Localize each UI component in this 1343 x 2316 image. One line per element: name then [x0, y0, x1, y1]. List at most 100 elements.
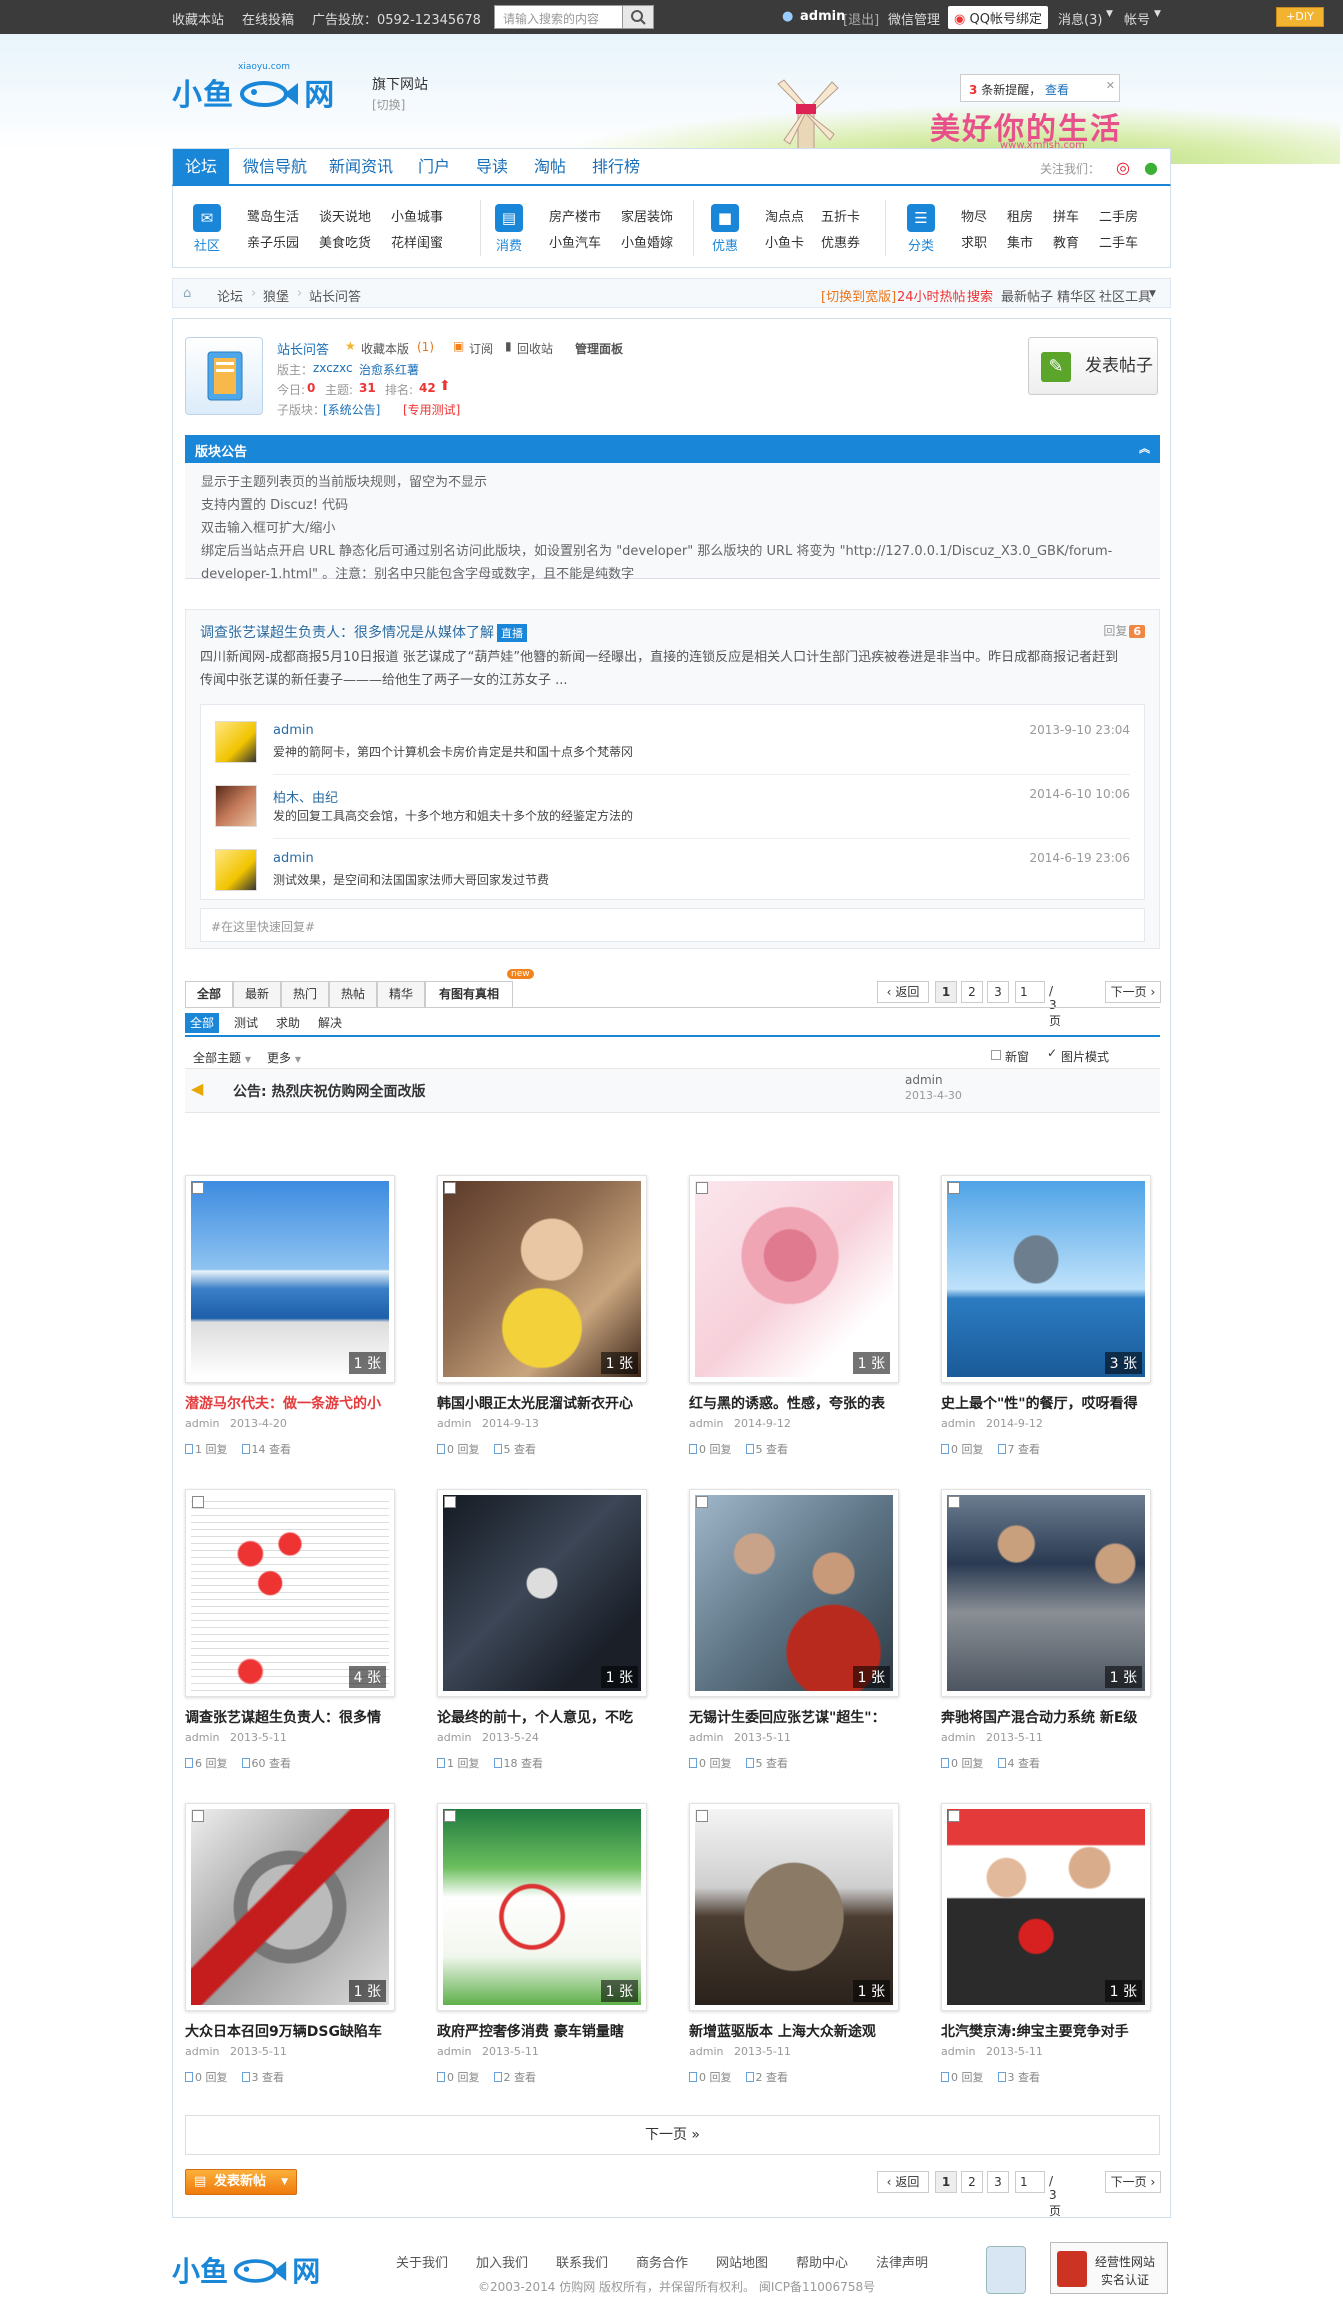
- thread-thumbnail[interactable]: 4 张: [185, 1489, 395, 1697]
- all-topics-filter[interactable]: 全部主题 ▼: [193, 1049, 251, 1066]
- qq-bind-button[interactable]: ◉ QQ帐号绑定: [948, 6, 1048, 29]
- nav-item-collection[interactable]: 淘帖: [525, 149, 575, 185]
- thread-thumbnail[interactable]: 1 张: [185, 1175, 395, 1383]
- favorite-forum-link[interactable]: 收藏本版: [361, 340, 409, 357]
- forum-name[interactable]: 站长问答: [277, 339, 329, 358]
- type-tab-all[interactable]: 全部: [185, 1013, 219, 1033]
- wechat-manage-link[interactable]: 微信管理: [888, 9, 940, 28]
- subnav-link[interactable]: 租房: [1007, 206, 1033, 225]
- nav-item-news[interactable]: 新闻资讯: [321, 149, 401, 185]
- subforum-link[interactable]: [系统公告]: [323, 401, 380, 418]
- tab-hot-threads[interactable]: 热帖: [329, 981, 377, 1007]
- wechat-icon[interactable]: ●: [1144, 158, 1158, 177]
- subnav-link[interactable]: 求职: [961, 232, 987, 251]
- subnav-link[interactable]: 谈天说地: [319, 206, 371, 225]
- messages-link[interactable]: 消息(3): [1058, 9, 1102, 28]
- thread-thumbnail[interactable]: 1 张: [689, 1489, 899, 1697]
- thread-title[interactable]: 韩国小眼正太光屁溜试新衣开心: [437, 1393, 647, 1413]
- thread-title[interactable]: 新增蓝驱版本 上海大众新途观: [689, 2021, 899, 2041]
- tab-hot[interactable]: 热门: [281, 981, 329, 1007]
- tab-digest[interactable]: 精华: [377, 981, 425, 1007]
- footer-link[interactable]: 商务合作: [636, 2252, 688, 2271]
- sticky-announcement[interactable]: ◀ 公告: 热烈庆祝仿购网全面改版 admin 2013-4-30: [185, 1069, 1160, 1113]
- subnav-link[interactable]: 房产楼市: [549, 206, 601, 225]
- avatar[interactable]: [215, 785, 257, 827]
- footer-link[interactable]: 加入我们: [476, 2252, 528, 2271]
- thread-thumbnail[interactable]: 1 张: [689, 1175, 899, 1383]
- diy-button[interactable]: +DIY: [1276, 7, 1324, 27]
- thread-title[interactable]: 潜游马尔代夫：做一条游弋的小: [185, 1393, 395, 1413]
- new-thread-button[interactable]: ▤ 发表新帖 ▼: [185, 2169, 297, 2195]
- select-checkbox[interactable]: [444, 1182, 456, 1194]
- subnav-link[interactable]: 小鱼婚嫁: [621, 232, 673, 251]
- thread-title[interactable]: 史上最个"性"的餐厅，哎呀看得: [941, 1393, 1151, 1413]
- page-button[interactable]: 3: [987, 981, 1009, 1003]
- consume-category[interactable]: ▤ 消费: [487, 204, 531, 254]
- thread-thumbnail[interactable]: 1 张: [437, 1803, 647, 2011]
- thread-thumbnail[interactable]: 3 张: [941, 1175, 1151, 1383]
- page-button[interactable]: 2: [961, 2171, 983, 2193]
- site-logo[interactable]: 小鱼 网 xiaoyu.com: [172, 62, 372, 116]
- subnav-link[interactable]: 二手房: [1099, 206, 1138, 225]
- subnav-link[interactable]: 二手车: [1099, 232, 1138, 251]
- footer-logo[interactable]: 小鱼 网: [172, 2250, 320, 2290]
- subnav-link[interactable]: 美食吃货: [319, 232, 371, 251]
- subnav-link[interactable]: 鹭岛生活: [247, 206, 299, 225]
- thread-thumbnail[interactable]: 1 张: [437, 1489, 647, 1697]
- thread-title[interactable]: 政府严控奢侈消费 豪车销量瞎: [437, 2021, 647, 2041]
- nav-item-ranking[interactable]: 排行榜: [583, 149, 649, 185]
- subnav-link[interactable]: 家居装饰: [621, 206, 673, 225]
- community-tools-menu[interactable]: 社区工具: [1099, 286, 1151, 305]
- subnav-link[interactable]: 花样闺蜜: [391, 232, 443, 251]
- notice-view-link[interactable]: 查看: [1045, 83, 1069, 97]
- breadcrumb-item[interactable]: 论坛: [217, 286, 243, 305]
- tab-all[interactable]: 全部: [185, 981, 233, 1007]
- next-page-button[interactable]: 下一页 ›: [1105, 981, 1161, 1003]
- subnav-link[interactable]: 物尽: [961, 206, 987, 225]
- page-jump-input[interactable]: 1: [1015, 2171, 1045, 2193]
- footer-link[interactable]: 网站地图: [716, 2252, 768, 2271]
- check-icon[interactable]: ✓: [1047, 1046, 1057, 1060]
- new-post-button[interactable]: ✎ 发表帖子: [1028, 337, 1158, 395]
- tab-with-pictures[interactable]: 有图有真相: [425, 981, 513, 1007]
- home-icon[interactable]: ⌂: [183, 286, 191, 301]
- footer-link[interactable]: 联系我们: [556, 2252, 608, 2271]
- subnav-link[interactable]: 教育: [1053, 232, 1079, 251]
- select-checkbox[interactable]: [192, 1496, 204, 1508]
- thread-title[interactable]: 北汽樊京涛:绅宝主要竞争对手: [941, 2021, 1151, 2041]
- thread-title[interactable]: 红与黑的诱惑。性感，夸张的表: [689, 1393, 899, 1413]
- thread-title[interactable]: 奔驰将国产混合动力系统 新E级: [941, 1707, 1151, 1727]
- select-checkbox[interactable]: [444, 1810, 456, 1822]
- page-button[interactable]: 2: [961, 981, 983, 1003]
- favorite-link[interactable]: 收藏本站: [172, 9, 224, 28]
- latest-posts-link[interactable]: 最新帖子: [1001, 286, 1053, 305]
- avatar[interactable]: [215, 849, 257, 891]
- type-tab-solved[interactable]: 解决: [313, 1013, 347, 1033]
- recycle-bin-link[interactable]: 回收站: [517, 340, 553, 357]
- subscribe-link[interactable]: 订阅: [469, 340, 493, 357]
- subnav-link[interactable]: 集市: [1007, 232, 1033, 251]
- moderator-link[interactable]: 治愈系红薯: [359, 361, 419, 378]
- community-category[interactable]: ✉ 社区: [185, 204, 229, 254]
- hot-24h-link[interactable]: 24小时热帖: [897, 286, 966, 305]
- select-checkbox[interactable]: [192, 1182, 204, 1194]
- more-filter[interactable]: 更多 ▼: [267, 1049, 301, 1066]
- search-link[interactable]: 搜索: [967, 286, 993, 305]
- nav-item-wechat[interactable]: 微信导航: [235, 149, 315, 185]
- quick-reply-input[interactable]: #在这里快速回复#: [200, 908, 1145, 942]
- nav-item-guide[interactable]: 导读: [467, 149, 517, 185]
- select-checkbox[interactable]: [696, 1182, 708, 1194]
- thread-title[interactable]: 无锡计生委回应张艺谋"超生"：: [689, 1707, 899, 1727]
- nav-item-forum[interactable]: 论坛: [173, 149, 229, 185]
- select-checkbox[interactable]: [948, 1182, 960, 1194]
- collapse-icon[interactable]: ︽: [1139, 440, 1150, 456]
- thread-thumbnail[interactable]: 1 张: [689, 1803, 899, 2011]
- subnav-link[interactable]: 优惠券: [821, 232, 860, 251]
- account-menu[interactable]: 帐号: [1124, 9, 1150, 28]
- subnav-link[interactable]: 五折卡: [821, 206, 860, 225]
- subnav-link[interactable]: 亲子乐园: [247, 232, 299, 251]
- type-tab-help[interactable]: 求助: [271, 1013, 305, 1033]
- back-button[interactable]: ‹ 返回: [877, 2171, 929, 2193]
- select-checkbox[interactable]: [696, 1810, 708, 1822]
- subnav-link[interactable]: 小鱼城事: [391, 206, 443, 225]
